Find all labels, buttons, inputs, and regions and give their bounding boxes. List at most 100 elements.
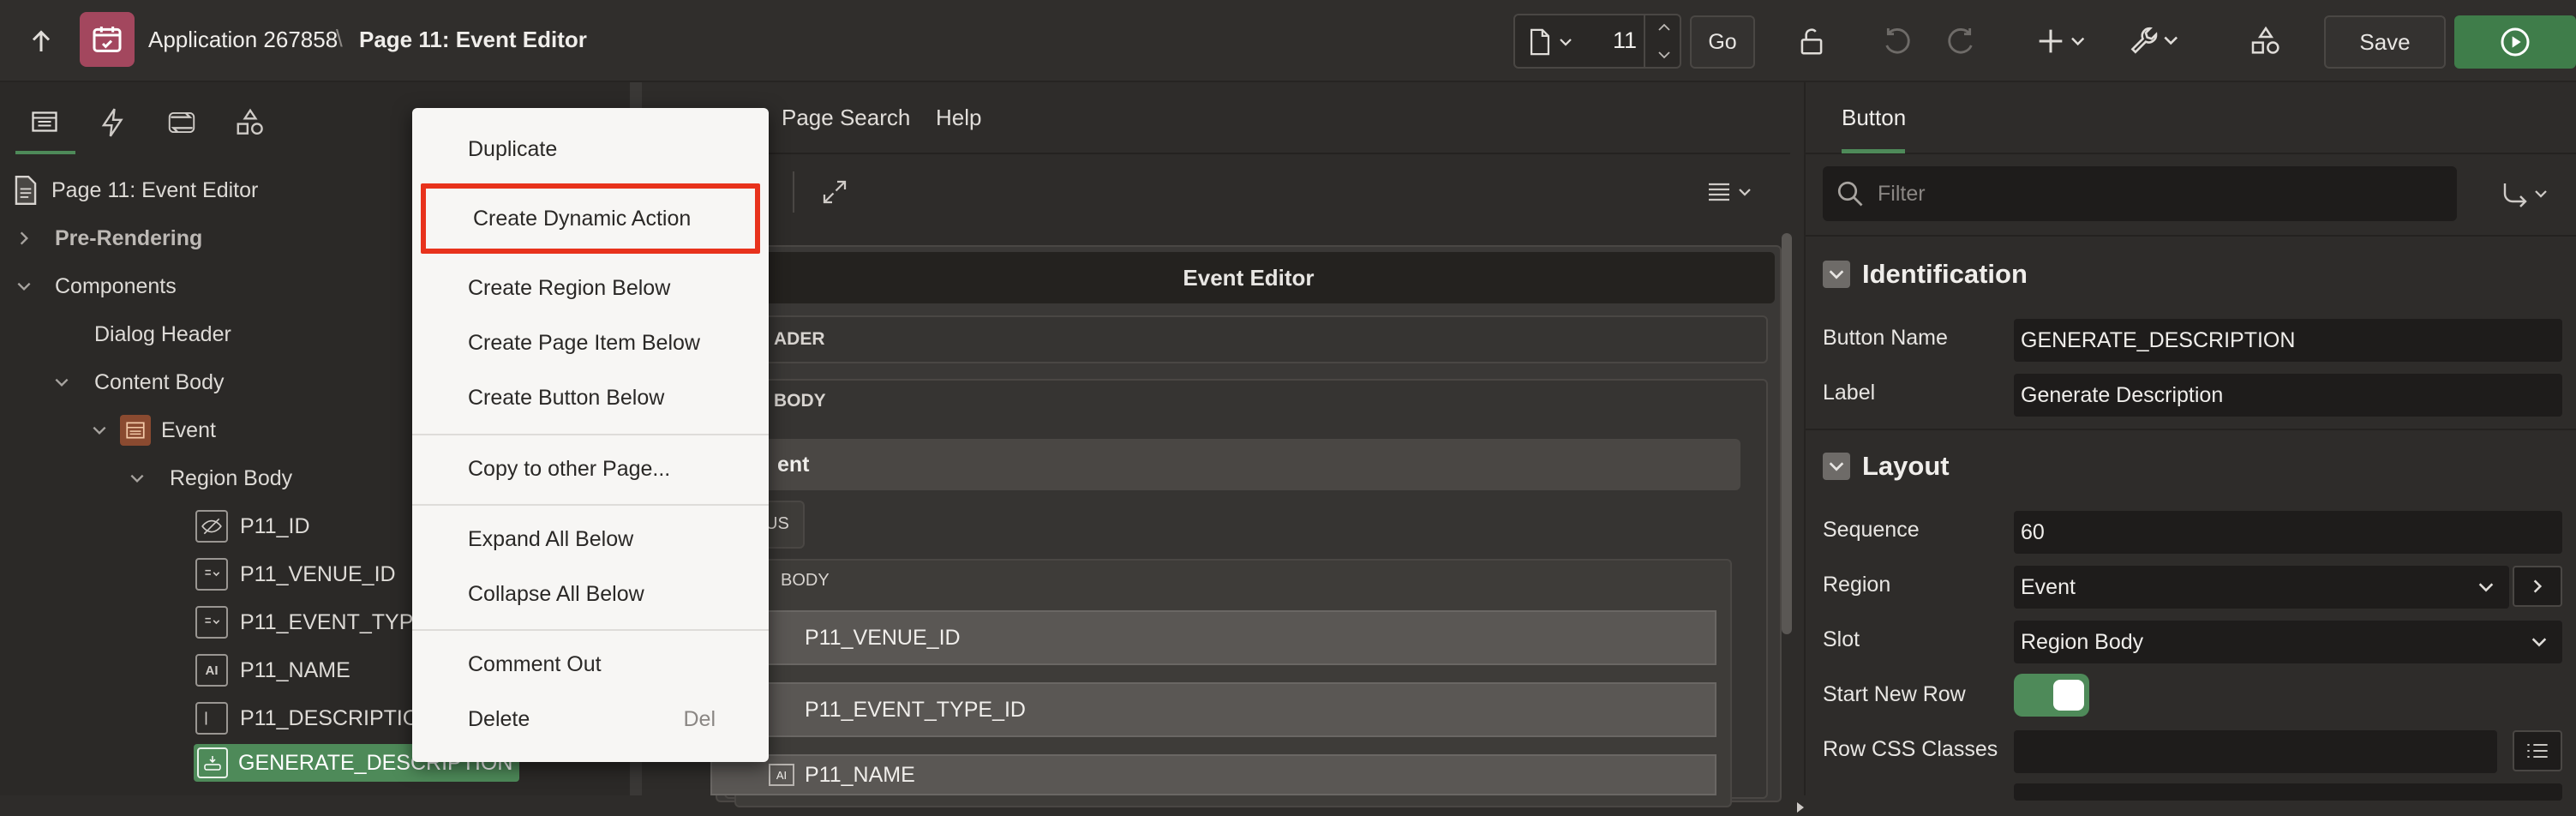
toggle-knob bbox=[2053, 680, 2084, 711]
dialog-title-bar[interactable]: Event Editor bbox=[722, 252, 1775, 303]
layout-section-header[interactable]: Layout bbox=[1823, 451, 1950, 482]
chevron-right-icon bbox=[2533, 579, 2543, 593]
chevron-down-icon bbox=[130, 474, 144, 483]
header-slot[interactable]: ADER bbox=[724, 315, 1768, 363]
menu-copy-to-other-page[interactable]: Copy to other Page... bbox=[412, 441, 769, 496]
rendering-tab[interactable] bbox=[15, 99, 75, 154]
canvas-scrollbar[interactable] bbox=[1782, 233, 1792, 634]
canvas-field-venue[interactable]: P11_VENUE_ID bbox=[710, 610, 1716, 665]
canvas-field-name[interactable]: AI P11_NAME bbox=[710, 754, 1716, 795]
tree-node-components[interactable]: Components bbox=[15, 262, 177, 310]
collapse-right-arrow-icon[interactable] bbox=[1795, 799, 1806, 816]
redo-icon[interactable] bbox=[1943, 24, 1977, 58]
list-picker-button[interactable] bbox=[2513, 730, 2562, 771]
tab-page-search[interactable]: Page Search bbox=[782, 105, 910, 131]
canvas-field-label: P11_VENUE_ID bbox=[805, 625, 961, 650]
menu-item-label: Collapse All Below bbox=[468, 581, 644, 606]
tree-node-page[interactable]: Page 11: Event Editor bbox=[10, 166, 258, 214]
tree-item-p11-name[interactable]: AI P11_NAME bbox=[195, 646, 350, 694]
list-icon bbox=[2527, 744, 2548, 758]
tree-item-label: P11_NAME bbox=[240, 657, 350, 682]
property-editor: Button Filter Identification Button Name… bbox=[1804, 82, 2576, 801]
tree-item-p11-description[interactable]: P11_DESCRIPTION bbox=[195, 694, 434, 742]
canvas-field-event-type[interactable]: P11_EVENT_TYPE_ID bbox=[710, 682, 1716, 737]
tree-node-dialog-header[interactable]: Dialog Header bbox=[94, 310, 231, 358]
section-divider bbox=[1806, 429, 2576, 430]
menu-expand-all-below[interactable]: Expand All Below bbox=[412, 512, 769, 567]
layout-menu-icon[interactable] bbox=[1706, 177, 1758, 207]
tree-node-event-region[interactable]: Event bbox=[91, 406, 216, 454]
label-field[interactable]: Generate Description bbox=[2014, 374, 2562, 417]
next-field-partial[interactable] bbox=[2014, 783, 2562, 801]
menu-create-dynamic-action[interactable]: Create Dynamic Action bbox=[421, 183, 760, 254]
run-page-button[interactable] bbox=[2454, 15, 2576, 69]
menu-separator bbox=[412, 434, 769, 435]
up-arrow-icon[interactable] bbox=[26, 26, 57, 57]
slot-select[interactable]: Region Body bbox=[2014, 621, 2562, 663]
menu-comment-out[interactable]: Comment Out bbox=[412, 637, 769, 692]
tree-node-pre-rendering[interactable]: Pre-Rendering bbox=[15, 214, 202, 262]
page-type-icon[interactable] bbox=[1527, 27, 1553, 57]
sequence-label: Sequence bbox=[1823, 518, 1920, 542]
button-icon bbox=[197, 747, 228, 778]
menu-item-label: Create Page Item Below bbox=[468, 330, 700, 355]
tree-item-p11-id[interactable]: P11_ID bbox=[195, 502, 310, 550]
region-select[interactable]: Event bbox=[2014, 566, 2509, 609]
tree-item-p11-event-type[interactable]: P11_EVENT_TYPE_ bbox=[195, 598, 440, 646]
app-name-link[interactable]: Application 267858 bbox=[148, 27, 338, 53]
start-new-row-toggle[interactable] bbox=[2014, 674, 2089, 717]
go-button[interactable]: Go bbox=[1690, 15, 1755, 69]
menu-create-button-below[interactable]: Create Button Below bbox=[412, 370, 769, 425]
page-number-input[interactable]: 11 bbox=[1603, 27, 1637, 54]
search-icon bbox=[1837, 181, 1863, 207]
tree-node-content-body[interactable]: Content Body bbox=[53, 358, 225, 406]
create-menu-icon[interactable] bbox=[2038, 24, 2089, 58]
go-to-region-button[interactable] bbox=[2513, 566, 2562, 607]
tree-pre-rendering-label: Pre-Rendering bbox=[55, 225, 203, 250]
row-css-classes-field[interactable] bbox=[2014, 730, 2497, 773]
menu-duplicate[interactable]: Duplicate bbox=[412, 122, 769, 177]
tree-page-label: Page 11: Event Editor bbox=[51, 177, 259, 202]
tab-help[interactable]: Help bbox=[936, 105, 981, 131]
menu-create-region-below[interactable]: Create Region Below bbox=[412, 261, 769, 315]
tree-region-body-label: Region Body bbox=[170, 465, 293, 490]
canvas-field-label: P11_EVENT_TYPE_ID bbox=[805, 697, 1026, 722]
processing-icon[interactable] bbox=[165, 106, 198, 139]
page-selector[interactable]: 11 bbox=[1513, 14, 1681, 69]
event-region-bar[interactable]: ent bbox=[734, 439, 1740, 490]
go-button-label: Go bbox=[1708, 29, 1737, 54]
menu-shortcut: Del bbox=[683, 706, 716, 731]
select-list-icon bbox=[195, 606, 228, 639]
region-icon bbox=[120, 415, 151, 446]
page-stepper[interactable] bbox=[1644, 15, 1681, 67]
save-button[interactable]: Save bbox=[2324, 15, 2446, 69]
slot-select-value: Region Body bbox=[2021, 629, 2144, 654]
menu-create-page-item-below[interactable]: Create Page Item Below bbox=[412, 315, 769, 370]
dynamic-actions-lightning-icon[interactable] bbox=[97, 106, 129, 139]
filter-input[interactable]: Filter bbox=[1823, 166, 2457, 221]
tab-button[interactable]: Button bbox=[1806, 82, 2576, 154]
lock-icon[interactable] bbox=[1795, 24, 1828, 58]
app-calendar-icon[interactable] bbox=[80, 12, 135, 67]
go-to-group-icon[interactable] bbox=[2500, 178, 2551, 209]
menu-collapse-all-below[interactable]: Collapse All Below bbox=[412, 567, 769, 621]
menu-delete[interactable]: Delete Del bbox=[412, 692, 769, 747]
collapse-checkmark-icon bbox=[1823, 261, 1850, 288]
tree-node-region-body[interactable]: Region Body bbox=[129, 454, 292, 502]
identification-section-header[interactable]: Identification bbox=[1823, 259, 2028, 290]
undo-icon[interactable] bbox=[1881, 24, 1915, 58]
region-label: Region bbox=[1823, 573, 1891, 597]
tree-event-label: Event bbox=[161, 417, 216, 442]
button-name-label: Button Name bbox=[1823, 326, 1948, 350]
button-name-field[interactable]: GENERATE_DESCRIPTION bbox=[2014, 319, 2562, 362]
menu-item-label: Expand All Below bbox=[468, 526, 634, 551]
sequence-field[interactable]: 60 bbox=[2014, 511, 2562, 554]
page-shared-components-icon[interactable] bbox=[234, 106, 267, 139]
chevron-right-icon bbox=[20, 231, 28, 245]
shared-components-icon[interactable] bbox=[2249, 24, 2283, 58]
expand-icon[interactable] bbox=[819, 177, 850, 207]
event-region-label: ent bbox=[777, 453, 810, 477]
tree-item-p11-venue-id[interactable]: P11_VENUE_ID bbox=[195, 550, 396, 598]
utilities-wrench-icon[interactable] bbox=[2130, 22, 2183, 58]
chevron-down-icon[interactable] bbox=[1558, 34, 1573, 50]
